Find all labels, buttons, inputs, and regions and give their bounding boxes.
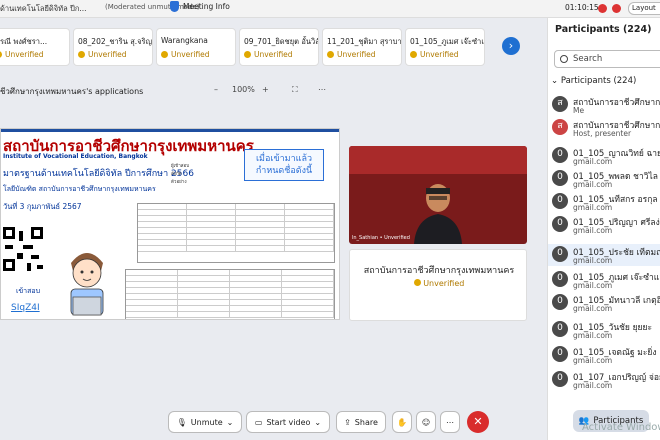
unmute-button[interactable]: 🎙 Unmute ⌄: [168, 411, 242, 433]
zoom-out-button[interactable]: –: [214, 85, 218, 94]
window-title: ด้านเทคโนโลยีดิจิทัล ปีก...: [0, 4, 87, 13]
slide-subtitle: Institute of Vocational Education, Bangk…: [3, 153, 148, 160]
activate-windows-watermark: Activate Window: [582, 422, 660, 433]
participant-row[interactable]: 0 01_105_เจตณัฐ มะยิ่ง gmail.com: [548, 344, 660, 366]
slide-table-1: [137, 203, 335, 263]
participant-row[interactable]: 001_105_ประชัย เทีตมณฑ...gmail.com: [548, 244, 660, 266]
presenter-avatar: [414, 184, 462, 244]
participant-thumbnails: ภรณี พงศ์ชรา... Unverified 08_202_ชาริน ส…: [0, 28, 540, 68]
participants-panel: Participants (224) Search ⌄ Participants…: [547, 18, 660, 440]
qr-code: [1, 225, 45, 275]
meeting-info-button[interactable]: Meeting Info: [170, 1, 230, 12]
start-video-button[interactable]: ▭ Start video ⌄: [246, 411, 330, 433]
warning-icon: [413, 279, 421, 286]
record-icon[interactable]: [598, 4, 607, 13]
warning-icon: [410, 51, 417, 58]
video-banner: [349, 146, 527, 174]
leave-meeting-button[interactable]: ✕: [467, 411, 489, 433]
tile-name: สถาบันการอาชีวศึกษากรุงเทพมหานคร: [363, 266, 515, 276]
share-button[interactable]: ⇪ Share: [336, 411, 386, 433]
search-input[interactable]: Search: [554, 50, 660, 68]
participant-row[interactable]: 001_107_เอกปริญญ์ จ่อยรุ่...gmail.com: [548, 369, 660, 391]
slide-table-2: [125, 269, 335, 319]
share-label: ชีวศึกษากรุงเทพมหานคร's applications: [0, 87, 144, 96]
warning-icon: [0, 51, 2, 58]
meeting-controls: 🎙 Unmute ⌄ ▭ Start video ⌄ ⇪ Share ✋ ☺ ⋯ ✕: [0, 408, 540, 436]
layout-button[interactable]: Layout: [628, 2, 660, 15]
participants-section-header[interactable]: ⌄ Participants (224): [551, 76, 636, 86]
participant-tile[interactable]: สถาบันการอาชีวศึกษากรุงเทพมหานคร Unverif…: [349, 249, 527, 321]
chevron-down-icon: ⌄: [314, 417, 322, 427]
slide-top-bar: [1, 129, 339, 132]
chevron-right-icon: ›: [508, 39, 514, 52]
reactions-button[interactable]: ☺: [416, 411, 436, 433]
meeting-timer: 01:10:15: [565, 3, 599, 12]
participant-row[interactable]: 0 01_105_พพลด ชาวิไล gmail.com: [548, 168, 660, 190]
ellipsis-icon: ⋯: [446, 417, 454, 427]
thumbnail-tile[interactable]: 08_202_ชาริน สุ.จริญ Unverified: [73, 28, 153, 66]
participant-row[interactable]: 001_105_มัทนาวลี เกตุอินท...gmail.com: [548, 292, 660, 314]
share-toolbar: ชีวศึกษากรุงเทพมหานคร's applications – 1…: [0, 80, 340, 100]
share-icon: ⇪: [344, 417, 351, 427]
presenter-name: ln_Sathian • Unverified: [352, 235, 410, 241]
participant-row[interactable]: สสถาบันการอาชีวศึกษากรุ...Me: [548, 94, 660, 116]
raise-hand-button[interactable]: ✋: [392, 411, 412, 433]
chevron-down-icon: ⌄: [226, 417, 234, 427]
zoom-in-button[interactable]: +: [262, 85, 269, 94]
more-options-button[interactable]: ⋯: [440, 411, 460, 433]
shield-icon: [170, 1, 179, 12]
participant-row[interactable]: 0 01_105_ปริญญา ศรีลง่า gmail.com: [548, 214, 660, 236]
record-icon-2[interactable]: [612, 4, 621, 13]
warning-icon: [327, 51, 334, 58]
warning-icon: [78, 51, 85, 58]
smile-icon: ☺: [421, 417, 431, 427]
zoom-level: 100%: [232, 85, 255, 94]
slide-callout: เมื่อเข้ามาแล้ว กำหนดชื่อดังนี้: [244, 149, 324, 181]
more-icon[interactable]: ⋯: [318, 85, 326, 94]
search-icon: [560, 55, 568, 63]
thumbnail-tile[interactable]: 01_105_ภูเมศ เจ๊ะซำและUnverified: [405, 28, 485, 66]
thumbnail-tile[interactable]: ภรณี พงศ์ชรา... Unverified: [0, 28, 70, 66]
title-bar: ด้านเทคโนโลยีดิจิทัล ปีก... (Moderated u…: [0, 0, 660, 18]
participant-row[interactable]: 001_105_ญาณวิทย์ ฉายพ...gmail.com: [548, 145, 660, 167]
participant-row[interactable]: สสถาบันการอาชีวศึกษากรุ...Host, presente…: [548, 117, 660, 139]
thumbnail-tile[interactable]: Warangkana Unverified: [156, 28, 236, 66]
shared-screen: สถาบันการอาชีวศึกษากรุงเทพมหานคร Institu…: [0, 128, 340, 320]
panel-title: Participants (224): [555, 24, 652, 35]
presenter-video[interactable]: ln_Sathian • Unverified: [349, 146, 527, 244]
cartoon-illustration: [70, 253, 104, 316]
fit-icon[interactable]: ⛶: [292, 85, 298, 95]
microphone-icon: 🎙: [176, 417, 187, 427]
chevron-down-icon: ⌄: [551, 76, 559, 86]
warning-icon: [244, 51, 251, 58]
tile-status: Unverified: [350, 279, 528, 288]
close-icon: ✕: [473, 415, 483, 428]
thumbnail-tile[interactable]: 09_701_ยิดชยุต อั้นวิสัย Unverified: [239, 28, 319, 66]
slide-link[interactable]: SIqZ4I: [11, 303, 40, 313]
slide-line-1: มาตรฐานด้านเทคโนโลยีดิจิทัล ปีการศึกษา 2…: [3, 169, 194, 179]
slide-date: วันที่ 3 กุมภาพันธ์ 2567: [3, 202, 82, 211]
slide-test-label: เข้าสอบ: [16, 287, 41, 295]
hand-icon: ✋: [397, 417, 407, 427]
participant-row[interactable]: 0 01_105_ภูเมศ เจ๊ะซำและ gmail.com: [548, 269, 660, 291]
slide-line-2: โลยีบัณฑิต สถาบันการอาชีวศึกษากรุงเทพมหา…: [3, 185, 156, 193]
participant-row[interactable]: 0 01_105_วันชัย ยุยยะ gmail.com: [548, 319, 660, 341]
participant-row[interactable]: 0 01_105_นทีสกร อรกุล gmail.com: [548, 191, 660, 213]
slide-meta: ผู้เข้าสอบ สังกัด ตัวอย่าง: [171, 164, 190, 185]
camera-icon: ▭: [254, 417, 263, 427]
next-page-button[interactable]: ›: [502, 37, 520, 55]
warning-icon: [161, 51, 168, 58]
thumbnail-tile[interactable]: 11_201_ชุติมา สุราบาง Unverified: [322, 28, 402, 66]
